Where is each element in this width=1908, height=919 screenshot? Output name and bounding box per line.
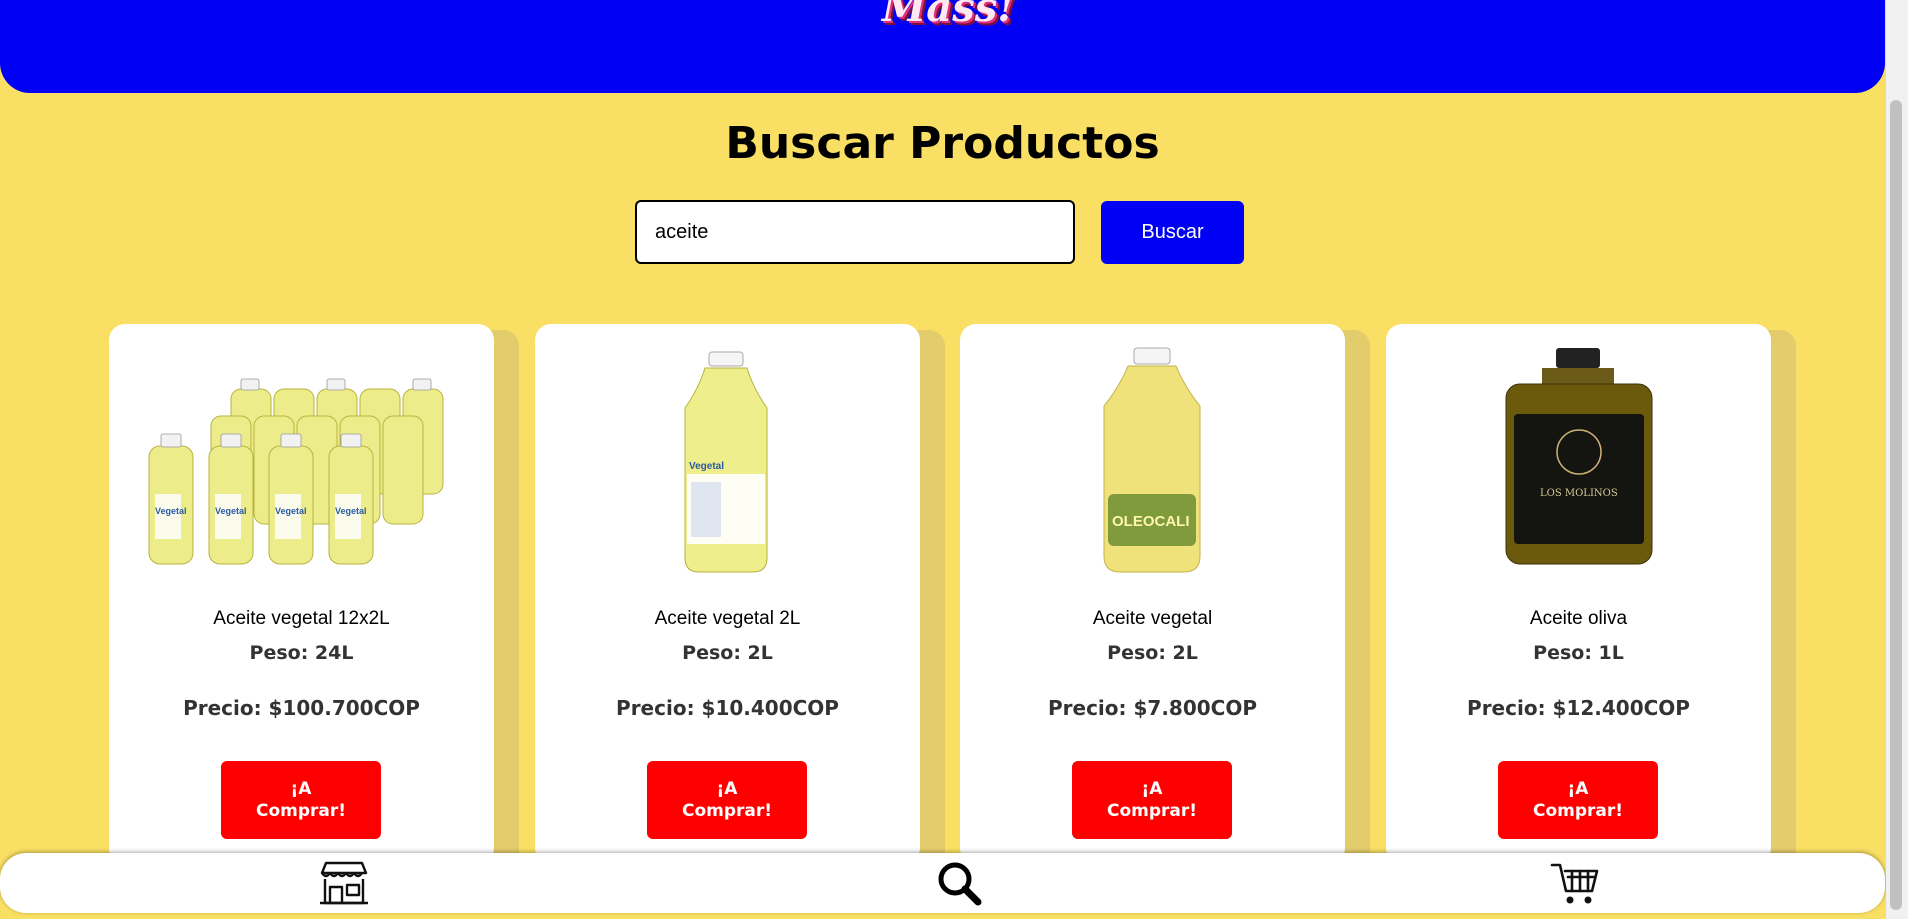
- product-price: Precio: $7.800COP: [1047, 696, 1257, 720]
- product-image: OLEOCALI: [1103, 347, 1201, 573]
- brand-logo[interactable]: Mass!: [882, 0, 1015, 31]
- product-name: Aceite oliva: [1529, 608, 1628, 629]
- page-scrollbar[interactable]: [1886, 0, 1908, 919]
- page-title: Buscar Productos: [725, 118, 1160, 169]
- product-name: Aceite vegetal 2L: [654, 608, 801, 629]
- product-card: LOS MOLINOS Aceite oliva Peso: 1L Precio…: [1386, 324, 1771, 864]
- buy-button[interactable]: ¡A Comprar!: [1498, 761, 1658, 839]
- search-icon: [938, 862, 982, 906]
- product-price: Precio: $100.700COP: [183, 696, 420, 720]
- search-button[interactable]: Buscar: [1101, 201, 1244, 264]
- scrollbar-thumb[interactable]: [1890, 100, 1902, 910]
- product-name: Aceite vegetal: [1092, 608, 1213, 629]
- buy-button[interactable]: ¡A Comprar!: [1072, 761, 1232, 839]
- search-input[interactable]: [635, 200, 1075, 264]
- product-name: Aceite vegetal 12x2L: [213, 608, 390, 629]
- nav-cart[interactable]: [1550, 859, 1602, 907]
- product-image: Vegetal: [684, 351, 768, 573]
- product-image: LOS MOLINOS: [1505, 348, 1653, 565]
- buy-button[interactable]: ¡A Comprar!: [647, 761, 807, 839]
- product-card: Vegetal Aceite vegetal 2L Peso: 2L Preci…: [535, 324, 920, 864]
- product-weight: Peso: 24L: [249, 642, 354, 664]
- product-image: Vegetal Vegetal Vegetal Vegetal: [148, 378, 444, 565]
- product-weight: Peso: 2L: [682, 642, 773, 664]
- product-card: OLEOCALI Aceite vegetal Peso: 2L Precio:…: [960, 324, 1345, 864]
- product-weight: Peso: 2L: [1107, 642, 1198, 664]
- store-icon: [320, 861, 368, 905]
- svg-text:Vegetal: Vegetal: [689, 461, 724, 472]
- nav-search[interactable]: [934, 859, 986, 907]
- header-bar: Mass!: [0, 0, 1885, 93]
- svg-text:Vegetal: Vegetal: [155, 506, 187, 516]
- svg-text:LOS MOLINOS: LOS MOLINOS: [1540, 488, 1618, 499]
- product-card: Vegetal Vegetal Vegetal Vegetal Aceite v…: [109, 324, 494, 864]
- buy-button[interactable]: ¡A Comprar!: [221, 761, 381, 839]
- svg-text:OLEOCALI: OLEOCALI: [1112, 513, 1190, 530]
- product-price: Precio: $10.400COP: [616, 696, 839, 720]
- bottom-navigation: [0, 853, 1885, 913]
- product-weight: Peso: 1L: [1533, 642, 1624, 664]
- nav-store[interactable]: [318, 859, 370, 907]
- product-price: Precio: $12.400COP: [1467, 696, 1690, 720]
- svg-text:Vegetal: Vegetal: [275, 506, 307, 516]
- cart-icon: [1550, 863, 1599, 904]
- svg-text:Vegetal: Vegetal: [335, 506, 367, 516]
- svg-text:Vegetal: Vegetal: [215, 506, 247, 516]
